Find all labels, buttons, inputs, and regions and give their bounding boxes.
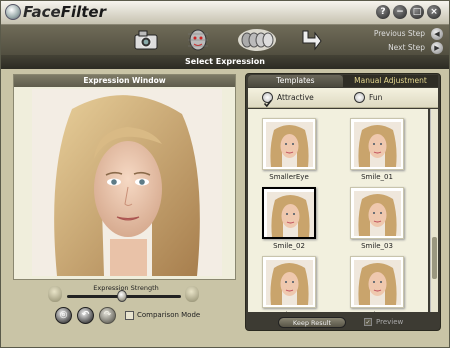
- template-thumbnail[interactable]: [350, 187, 404, 239]
- template-label: Tender_01: [252, 311, 326, 312]
- template-thumbnail[interactable]: [350, 118, 404, 170]
- template-face-image: [266, 122, 313, 167]
- undo-button[interactable]: ↶: [77, 307, 94, 324]
- attractive-label: Attractive: [277, 93, 314, 102]
- expression-faces-icon[interactable]: [237, 28, 277, 52]
- attractive-radio[interactable]: [262, 92, 273, 108]
- template-scrollbar[interactable]: [430, 109, 438, 312]
- camera-icon[interactable]: [133, 28, 159, 52]
- category-radio-group: Attractive Fun: [248, 88, 438, 108]
- comparison-mode-checkbox[interactable]: [125, 311, 134, 320]
- template-thumbnail[interactable]: [262, 118, 316, 170]
- template-label: Tender_02: [340, 311, 414, 312]
- expression-strength-label: Expression Strength: [93, 284, 159, 292]
- app-title-part2: Filter: [60, 3, 106, 21]
- chevron-right-icon: ▶: [431, 42, 443, 54]
- app-logo-icon: [5, 4, 21, 20]
- fun-radio[interactable]: [354, 92, 365, 103]
- undo-icon: ↶: [81, 310, 90, 320]
- template-thumbnail[interactable]: [262, 187, 316, 239]
- app-title: FaceFilter: [23, 3, 106, 21]
- template-label: SmallerEye: [269, 173, 309, 181]
- fun-label: Fun: [369, 93, 383, 102]
- next-step-label: Next Step: [388, 43, 425, 52]
- close-button[interactable]: ×: [427, 5, 441, 19]
- previous-step-link[interactable]: Previous Step ◀: [333, 27, 443, 41]
- help-button[interactable]: ?: [376, 5, 390, 19]
- template-face-image: [354, 122, 401, 167]
- preview-label: Preview: [376, 318, 404, 326]
- next-step-link[interactable]: Next Step ▶: [333, 41, 443, 55]
- app-title-part1: Face: [23, 3, 61, 21]
- template-label: Smile_03: [361, 242, 393, 250]
- face-preview-image: [32, 89, 222, 276]
- templates-panel: Templates Manual Adjustment Attractive F…: [245, 73, 441, 331]
- template-face-image: [266, 260, 313, 305]
- tab-templates[interactable]: Templates: [248, 75, 343, 87]
- slider-thumb[interactable]: [116, 290, 127, 302]
- expression-window-title: Expression Window: [14, 75, 235, 87]
- full-expression-face-icon: [185, 286, 199, 302]
- template-face-image: [354, 191, 401, 236]
- apply-button[interactable]: ◎: [55, 307, 72, 324]
- comparison-mode-label: Comparison Mode: [137, 311, 201, 319]
- title-bar: FaceFilter ? − □ ×: [1, 1, 449, 25]
- template-thumbnail[interactable]: [262, 256, 316, 308]
- template-thumbnail[interactable]: [350, 256, 404, 308]
- app-window: FaceFilter ? − □ × Previous Step ◀ Next S…: [0, 0, 450, 348]
- expression-window: Expression Window: [13, 74, 236, 280]
- redo-icon: ↷: [103, 310, 112, 320]
- face-grid-icon[interactable]: [185, 28, 211, 52]
- tab-bar: Templates Manual Adjustment: [248, 75, 438, 87]
- template-label: Smile_01: [361, 173, 393, 181]
- scrollbar-thumb[interactable]: [432, 237, 437, 279]
- step-toolbar: Previous Step ◀ Next Step ▶: [1, 25, 449, 55]
- redo-button[interactable]: ↷: [99, 307, 116, 324]
- template-grid: SmallerEye Smile_01 Smile_02 Smile_03 Tender…: [248, 109, 428, 312]
- section-title: Select Expression: [1, 55, 449, 69]
- template-face-image: [267, 192, 314, 237]
- preview-checkbox[interactable]: ✓: [364, 318, 372, 326]
- previous-step-label: Previous Step: [373, 29, 425, 38]
- template-label: Smile_02: [273, 242, 305, 250]
- chevron-left-icon: ◀: [431, 28, 443, 40]
- maximize-button[interactable]: □: [410, 5, 424, 19]
- apply-icon: ◎: [59, 310, 68, 320]
- tab-manual-adjustment[interactable]: Manual Adjustment: [343, 75, 438, 87]
- template-face-image: [354, 260, 401, 305]
- undo-arrow-icon[interactable]: [298, 28, 324, 52]
- keep-result-button[interactable]: Keep Result: [278, 317, 346, 328]
- neutral-face-icon: [48, 286, 62, 302]
- minimize-button[interactable]: −: [393, 5, 407, 19]
